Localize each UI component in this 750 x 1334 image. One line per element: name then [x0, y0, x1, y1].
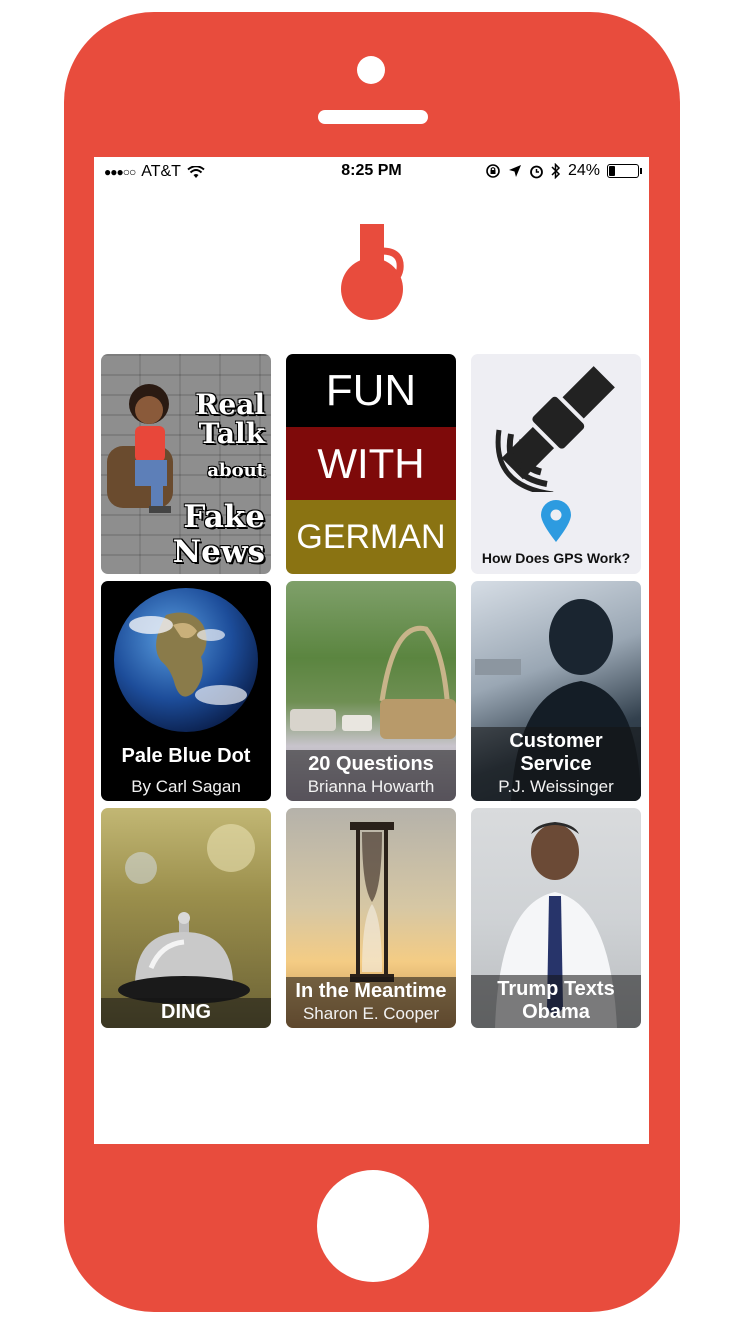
tile-caption: How Does GPS Work?: [481, 550, 631, 566]
tile-caption: 20 Questions Brianna Howarth: [286, 750, 456, 801]
tile-title: DING: [161, 1001, 211, 1023]
earth-image: [114, 588, 258, 732]
tile-subtitle: P.J. Weissinger: [498, 777, 614, 796]
battery-level: [609, 166, 615, 176]
tile-caption: In the Meantime Sharon E. Cooper: [286, 977, 456, 1028]
art-line-4: Fake: [183, 499, 265, 535]
earpiece-speaker: [318, 110, 428, 124]
status-right: 24%: [485, 162, 642, 180]
art-line-5: News: [172, 534, 265, 570]
location-arrow-icon: [508, 165, 521, 177]
location-pin-icon: [541, 500, 571, 542]
tile-in-the-meantime[interactable]: In the Meantime Sharon E. Cooper: [286, 808, 456, 1028]
status-bar: ●●●○○ AT&T 8:25 PM 24%: [94, 157, 649, 187]
satellite-icon: [495, 366, 615, 492]
flag-band-black: FUN: [286, 354, 456, 428]
alarm-icon: [530, 165, 543, 178]
service-bell-image: [118, 824, 255, 1004]
tile-customer-service[interactable]: Customer Service P.J. Weissinger: [471, 581, 641, 801]
front-camera: [357, 56, 385, 84]
art-line-2: Talk: [198, 417, 265, 450]
tile-caption: DING: [101, 998, 271, 1028]
battery-tip: [640, 168, 642, 174]
tile-ding[interactable]: DING: [101, 808, 271, 1028]
tile-title: Pale Blue Dot: [121, 745, 251, 767]
tile-title: Trump Texts Obama: [497, 978, 615, 1023]
tile-subtitle: By Carl Sagan: [131, 777, 241, 796]
tile-caption: Trump Texts Obama: [471, 975, 641, 1028]
rotation-lock-icon: [486, 164, 500, 178]
tile-real-talk-fake-news[interactable]: Real Talk about Fake News: [101, 354, 271, 574]
bluetooth-icon: [551, 163, 561, 179]
art-line-3: about: [207, 460, 265, 481]
tile-caption: Pale Blue Dot By Carl Sagan: [101, 742, 271, 801]
cartoon-character-illustration: [107, 384, 173, 513]
picnic-basket-image: [290, 625, 456, 739]
flag-band-red: WITH: [286, 427, 456, 501]
jug-logo-icon: [341, 224, 404, 320]
tile-pale-blue-dot[interactable]: Pale Blue Dot By Carl Sagan: [101, 581, 271, 801]
tile-subtitle: Brianna Howarth: [307, 777, 435, 796]
art-line-1: FUN: [325, 365, 417, 415]
battery-icon: [607, 164, 642, 178]
flag-band-gold: GERMAN: [286, 500, 456, 574]
art-line-2: WITH: [317, 439, 425, 487]
tile-trump-texts-obama[interactable]: Trump Texts Obama: [471, 808, 641, 1028]
tile-title: 20 Questions: [308, 753, 434, 775]
app-screen: ●●●○○ AT&T 8:25 PM 24% Real Talk about F…: [94, 157, 649, 1144]
tile-subtitle: Sharon E. Cooper: [302, 1004, 440, 1023]
tile-title: In the Meantime: [295, 980, 447, 1002]
art-line-3: GERMAN: [296, 517, 446, 556]
battery-percent: 24%: [567, 162, 600, 179]
tile-fun-with-german[interactable]: FUN WITH GERMAN: [286, 354, 456, 574]
tile-how-does-gps-work[interactable]: How Does GPS Work?: [471, 354, 641, 574]
tile-title: Customer Service: [509, 730, 603, 775]
tile-caption: Customer Service P.J. Weissinger: [471, 727, 641, 801]
tile-20-questions[interactable]: 20 Questions Brianna Howarth: [286, 581, 456, 801]
home-button[interactable]: [317, 1170, 429, 1282]
